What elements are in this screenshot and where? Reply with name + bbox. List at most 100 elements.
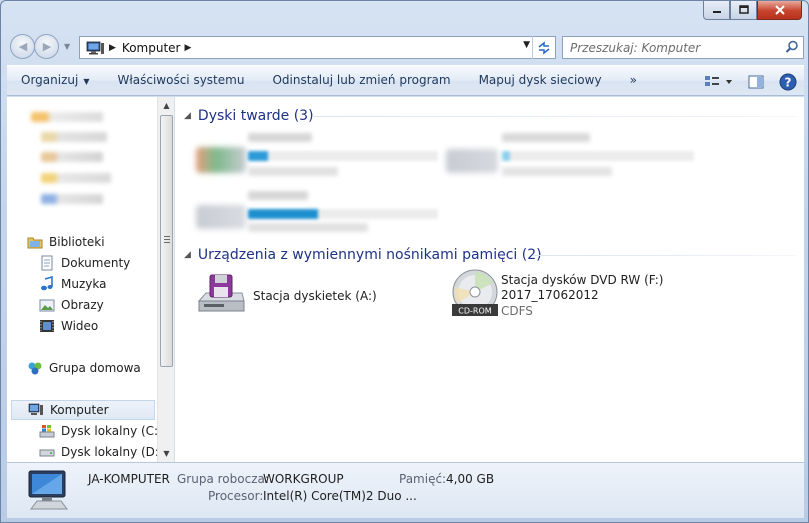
system-properties-button[interactable]: Właściwości systemu [103, 65, 258, 96]
preview-pane-button[interactable] [740, 66, 772, 97]
maximize-button[interactable] [730, 1, 757, 20]
sidebar-item-label: Wideo [61, 319, 99, 333]
floppy-drive-label: Stacja dyskietek (A:) [253, 289, 377, 303]
back-button[interactable]: ◀ [10, 34, 35, 59]
hard-drive-blurred [248, 167, 338, 176]
change-view-button[interactable] [698, 66, 740, 97]
group-title: Dyski twarde (3) [197, 108, 314, 124]
collapse-triangle-icon: ◢ [184, 111, 191, 121]
organize-button[interactable]: Organizuj ▼ [7, 65, 103, 96]
address-history-dropdown[interactable]: ▼ [523, 40, 530, 50]
scroll-up-icon[interactable]: ▲ [158, 97, 174, 114]
cd-rom-badge: CD-ROM [458, 307, 491, 316]
sidebar-item-label: Dysk lokalny (D:) [61, 445, 164, 459]
hard-drive-blurred [248, 133, 312, 142]
sidebar-item-label: Komputer [50, 403, 109, 417]
sidebar-item-label: Dysk lokalny (C:) [61, 424, 163, 438]
dvd-filesystem: CDFS [501, 304, 533, 318]
sidebar-item-label: Biblioteki [49, 235, 105, 249]
view-controls: ? [698, 66, 804, 97]
more-commands-button[interactable]: » [616, 65, 651, 96]
uninstall-program-button[interactable]: Odinstaluj lub zmień program [258, 65, 464, 96]
hard-drive-blurred[interactable] [446, 149, 498, 173]
command-bar: Organizuj ▼ Właściwości systemu Odinstalu… [7, 65, 804, 96]
sidebar-item-documents[interactable]: Dokumenty [39, 253, 130, 273]
recent-pages-dropdown[interactable]: ▼ [64, 42, 70, 51]
svg-text:?: ? [785, 75, 792, 89]
explorer-body: Biblioteki Dokumenty Muzyka Obrazy Wideo… [7, 97, 804, 462]
breadcrumb-computer[interactable]: Komputer [122, 41, 181, 55]
refresh-icon [538, 40, 550, 55]
pictures-icon [39, 297, 55, 313]
arrow-right-icon: ▶ [42, 40, 52, 53]
explorer-window: ◀ ▶ ▼ ▶ Komputer ▶ ▼ Przeszukaj: Kompute… [0, 0, 809, 523]
grip-icon [164, 236, 170, 244]
favorites-blurred [41, 173, 111, 183]
processor-value: Intel(R) Core(TM)2 Duo ... [263, 489, 417, 503]
floppy-drive-icon [197, 274, 245, 312]
group-divider [312, 116, 796, 117]
search-icon[interactable] [785, 40, 799, 54]
scrollbar-thumb[interactable] [160, 115, 173, 367]
search-box[interactable]: Przeszukaj: Komputer [562, 36, 804, 59]
memory-label: Pamięć: [399, 472, 447, 486]
help-button[interactable]: ? [772, 66, 804, 97]
help-icon: ? [779, 73, 797, 90]
scroll-down-icon[interactable]: ▼ [158, 445, 174, 462]
sidebar-item-label: Dokumenty [61, 256, 131, 270]
search-input[interactable]: Przeszukaj: Komputer [570, 41, 700, 55]
minimize-icon [712, 11, 721, 13]
hard-drive-blurred [248, 223, 368, 232]
group-header-removable[interactable]: ◢ Urządzenia z wymiennymi nośnikami pamię… [184, 245, 542, 265]
preview-pane-icon [748, 75, 764, 88]
sidebar-item-label: Obrazy [61, 298, 104, 312]
map-network-drive-button[interactable]: Mapuj dysk sieciowy [465, 65, 616, 96]
favorites-blurred [31, 112, 103, 122]
favorites-blurred [41, 132, 107, 142]
group-header-hard-disks[interactable]: ◢ Dyski twarde (3) [184, 106, 314, 126]
dvd-volume-label: 2017_17062012 [501, 288, 599, 302]
content-pane: ◢ Dyski twarde (3) ◢ Urządzenia z wymienny… [176, 97, 804, 462]
sidebar-item-label: Grupa domowa [49, 361, 141, 375]
music-note-icon [39, 276, 55, 292]
hard-drive-blurred[interactable] [196, 147, 246, 173]
organize-label: Organizuj [21, 73, 79, 87]
workgroup-label: Grupa robocza: [177, 472, 269, 486]
sidebar-item-video[interactable]: Wideo [39, 316, 98, 336]
hard-drive-blurred[interactable] [196, 205, 246, 229]
caption-buttons [703, 1, 802, 20]
homegroup-icon [27, 360, 43, 376]
sidebar-item-music[interactable]: Muzyka [39, 274, 106, 294]
sidebar-item-computer[interactable]: Komputer [11, 400, 155, 420]
close-icon [774, 5, 785, 15]
navigation-bar: ◀ ▶ ▼ ▶ Komputer ▶ ▼ Przeszukaj: Kompute… [7, 31, 804, 63]
dvd-drive-label: Stacja dysków DVD RW (F:) [501, 273, 664, 287]
hard-drive-blurred [502, 151, 694, 161]
view-options-icon [705, 75, 732, 86]
minimize-button[interactable] [703, 1, 730, 20]
close-button[interactable] [757, 1, 802, 20]
sidebar-item-pictures[interactable]: Obrazy [39, 295, 104, 315]
refresh-button[interactable] [532, 36, 555, 59]
hard-drive-blurred [248, 209, 438, 219]
group-divider [532, 255, 796, 256]
sidebar-item-homegroup[interactable]: Grupa domowa [27, 358, 141, 378]
sidebar-item-libraries[interactable]: Biblioteki [27, 232, 105, 252]
sidebar-item-label: Muzyka [61, 277, 107, 291]
sidebar-scrollbar[interactable]: ▲ ▼ [157, 97, 174, 462]
hard-drive-blurred [502, 167, 612, 176]
hard-drive-blurred [248, 151, 438, 161]
cd-rom-icon: CD-ROM [452, 269, 498, 316]
collapse-triangle-icon: ◢ [184, 250, 191, 260]
sidebar-item-disk-c[interactable]: Dysk lokalny (C:) [39, 421, 163, 441]
breadcrumb-separator-icon[interactable]: ▶ [109, 43, 116, 53]
libraries-icon [27, 234, 43, 250]
breadcrumb-separator-icon[interactable]: ▶ [184, 43, 191, 53]
documents-icon [39, 255, 55, 271]
hard-drive-blurred [248, 191, 308, 200]
video-film-icon [39, 318, 55, 334]
computer-name: JA-KOMPUTER [88, 472, 170, 486]
forward-button[interactable]: ▶ [34, 34, 59, 59]
address-bar[interactable]: ▶ Komputer ▶ ▼ [79, 36, 556, 59]
sidebar-item-disk-d[interactable]: Dysk lokalny (D:) [39, 442, 164, 462]
